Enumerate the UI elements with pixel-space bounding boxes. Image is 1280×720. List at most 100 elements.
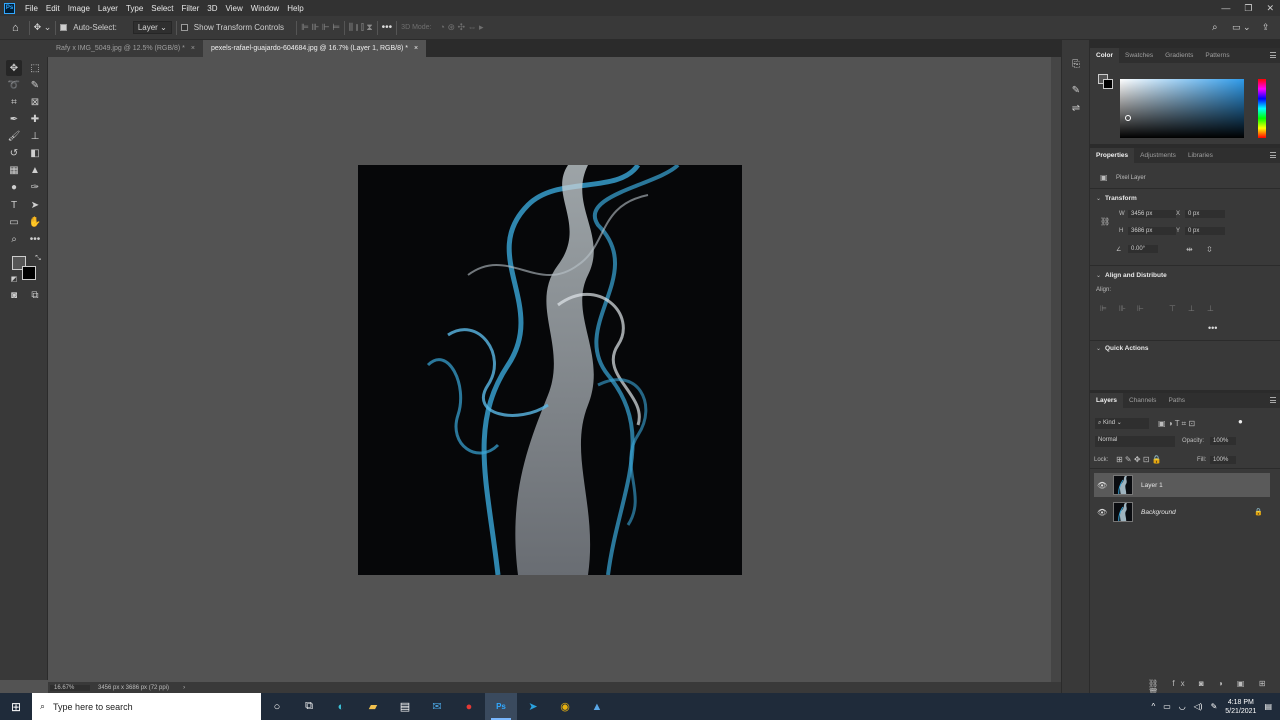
tab-rafy-img[interactable]: Rafy x IMG_5049.jpg @ 12.5% (RGB/8) * × [48,40,203,57]
red-app-icon[interactable]: ● [453,693,485,720]
menu-image[interactable]: Image [64,4,94,13]
quick-mask-icon[interactable]: ◙ [6,287,22,303]
hand-tool-icon[interactable]: ✋ [27,214,43,230]
close-button[interactable]: ✕ [1266,3,1274,14]
gradient-tool-icon[interactable]: ▦ [6,162,22,178]
tab-gradients[interactable]: Gradients [1159,48,1199,63]
chrome-icon[interactable]: ◉ [549,693,581,720]
pen-tool-icon[interactable]: ✑ [27,179,43,195]
height-field[interactable]: 3686 px [1128,227,1176,235]
brush-settings-icon[interactable]: ✎ [1068,82,1084,98]
tray-chevron-icon[interactable]: ^ [1151,702,1155,711]
tab-adjustments[interactable]: Adjustments [1134,148,1182,163]
minimize-button[interactable]: — [1221,3,1230,13]
more-options-icon[interactable]: ••• [1208,323,1217,333]
tab-properties[interactable]: Properties [1090,148,1135,163]
show-transform-checkbox[interactable] [180,24,188,31]
marquee-tool-icon[interactable]: ⬚ [27,60,43,76]
filter-icons[interactable]: ▣ ◑ T ⌗ ⊡ [1158,419,1195,429]
layer-name[interactable]: Layer 1 [1141,482,1163,489]
3d-mode-icons[interactable]: ◔ ⊛ ✣ ⇔ ▸ [440,22,484,33]
edge-browser-icon[interactable]: ◐ [325,693,357,720]
eraser-tool-icon[interactable]: ◧ [27,145,43,161]
align-center-h-icon[interactable]: ⊪ [1119,304,1128,313]
history-brush-icon[interactable]: ↺ [6,145,22,161]
status-menu-arrow-icon[interactable]: › [183,685,185,691]
network-icon[interactable]: ◡ [1179,702,1186,711]
photoshop-logo[interactable]: Ps [4,2,15,14]
lock-icon[interactable]: 🔒 [1254,508,1263,516]
task-view-icon[interactable]: ⧉ [293,693,325,720]
visibility-eye-icon[interactable]: 👁 [1097,481,1107,490]
layer-row-layer-1[interactable]: 👁 Layer 1 [1094,473,1270,497]
default-colors-icon[interactable]: ◩ [6,271,22,287]
link-icon[interactable]: ⛓ [1100,217,1110,226]
canvas-area[interactable] [48,57,1051,682]
menu-select[interactable]: Select [147,4,177,13]
auto-select-checkbox[interactable] [60,24,68,31]
layer-row-background[interactable]: 👁 Background 🔒 [1094,500,1270,524]
restore-button[interactable]: ❐ [1244,3,1252,14]
close-icon[interactable]: × [414,45,418,52]
move-tool-icon[interactable]: ✥ [6,60,22,76]
taskbar-search-box[interactable]: ⌕ Type here to search [32,693,261,720]
menu-edit[interactable]: Edit [42,4,64,13]
photos-app-icon[interactable]: ▲ [581,693,613,720]
mail-icon[interactable]: ✉ [421,693,453,720]
blur-tool-icon[interactable]: ▲ [27,162,43,178]
close-icon[interactable]: × [191,45,195,52]
dodge-tool-icon[interactable]: ● [6,179,22,195]
align-top-icon[interactable]: ⊤ [1169,304,1178,313]
battery-icon[interactable]: ▭ [1163,702,1171,711]
menu-file[interactable]: File [21,4,42,13]
filter-toggle-icon[interactable]: ● [1238,417,1243,426]
cortana-icon[interactable]: ○ [261,693,293,720]
opacity-field[interactable]: 100% [1210,437,1236,445]
tab-swatches[interactable]: Swatches [1119,48,1159,63]
tab-paths[interactable]: Paths [1162,393,1191,408]
tab-layers[interactable]: Layers [1090,393,1123,408]
angle-field[interactable]: 0.00° [1128,245,1158,253]
distribute-icons[interactable]: ⫼ ⫾ ⫿ ⧗ [349,22,373,33]
home-icon[interactable]: ⌂ [12,22,19,34]
flip-horizontal-icon[interactable]: ⇹ [1186,245,1193,254]
layer-name[interactable]: Background [1141,509,1176,516]
align-icons[interactable]: ⊫ ⊪ ⊩ ⊨ [301,22,340,33]
panel-menu-icon[interactable] [1270,397,1276,403]
chevron-down-icon[interactable]: ⌄ [1096,345,1101,352]
zoom-level-field[interactable]: 16.67% [50,684,90,691]
auto-select-dropdown[interactable]: Layer ⌄ [132,21,172,34]
tab-libraries[interactable]: Libraries [1182,148,1219,163]
flip-vertical-icon[interactable]: ⇳ [1206,245,1213,254]
menu-filter[interactable]: Filter [178,4,204,13]
color-picker-cursor[interactable] [1125,115,1131,121]
frame-tool-icon[interactable]: ⊠ [27,94,43,110]
y-field[interactable]: 0 px [1185,227,1225,235]
panel-menu-icon[interactable] [1270,152,1276,158]
workspace-icon[interactable]: ▭ ⌄ [1232,22,1251,33]
align-right-icon[interactable]: ⊩ [1137,304,1146,313]
eyedropper-tool-icon[interactable]: ✒ [6,111,22,127]
layer-filter-kind-dropdown[interactable]: ⌕ Kind ⌄ [1095,418,1149,429]
x-field[interactable]: 0 px [1185,210,1225,218]
align-bottom-icon[interactable]: ⊥ [1207,304,1216,313]
stamp-tool-icon[interactable]: ⊥ [27,128,43,144]
lock-icons[interactable]: ⊞ ✎ ✥ ⊡ 🔒 [1116,455,1162,464]
history-panel-icon[interactable]: ⎘ [1068,56,1084,72]
zoom-tool-icon[interactable]: ⌕ [6,231,22,247]
menu-view[interactable]: View [222,4,247,13]
tab-pexels-smoke[interactable]: pexels-rafael-guajardo-604684.jpg @ 16.7… [202,40,427,57]
document-image-smoke[interactable] [358,165,742,575]
crop-tool-icon[interactable]: ⌗ [6,94,22,110]
panel-menu-icon[interactable] [1270,52,1276,58]
rectangle-tool-icon[interactable]: ▭ [6,214,22,230]
align-left-icon[interactable]: ⊫ [1100,304,1109,313]
swap-colors-icon[interactable]: ⤡ [30,251,46,267]
notification-icon[interactable]: ▤ [1264,702,1272,711]
menu-layer[interactable]: Layer [94,4,122,13]
clock[interactable]: 4:18 PM 5/21/2021 [1225,698,1256,716]
menu-3d[interactable]: 3D [203,4,221,13]
type-tool-icon[interactable]: T [6,197,22,213]
color-field[interactable] [1120,79,1244,138]
brush-tool-icon[interactable]: 🖌 [6,128,22,144]
